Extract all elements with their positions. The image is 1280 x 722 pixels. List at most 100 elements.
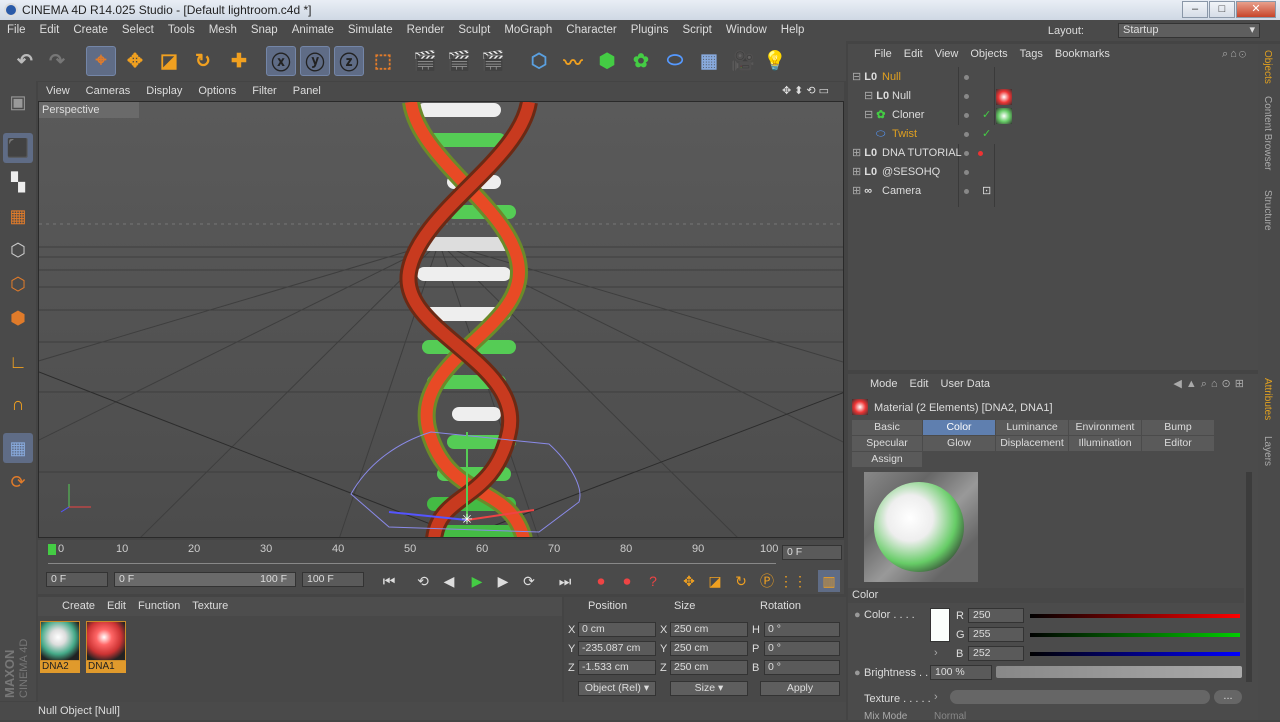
menu-sculpt[interactable]: Sculpt — [451, 20, 497, 41]
expand-icon[interactable]: ⊞ L0 — [852, 144, 877, 163]
rotate-icon[interactable]: ↻ — [188, 46, 218, 76]
obj-menu-tags[interactable]: Tags — [1014, 44, 1049, 65]
object-row[interactable]: ⊟ L0 Null — [848, 87, 1258, 106]
b-slider[interactable] — [1030, 652, 1240, 656]
pos-z-field[interactable]: -1.533 cm — [578, 660, 656, 675]
polygons-mode-icon[interactable]: ⬢ — [3, 303, 33, 333]
viewport-menu-view[interactable]: View — [38, 82, 78, 101]
mix-mode-value[interactable]: Normal — [934, 711, 966, 722]
move-icon[interactable]: ✥ — [120, 46, 150, 76]
frame-range-slider[interactable]: 0 F 100 F — [114, 572, 296, 587]
menu-character[interactable]: Character — [559, 20, 624, 41]
step-back-icon[interactable]: ◀ — [438, 570, 460, 592]
z-axis-icon[interactable]: ⓩ — [334, 46, 364, 76]
tab-layers[interactable]: Layers — [1262, 436, 1273, 466]
cube-icon[interactable]: ⬡ — [524, 46, 554, 76]
color-anim-dot[interactable]: ● — [854, 609, 861, 621]
key-pla-icon[interactable]: ⋮⋮ — [779, 570, 807, 592]
object-row[interactable]: ⊞ L0 @SESOHQ — [848, 163, 1258, 182]
object-row[interactable]: ⊞ L0 DNA TUTORIAL — [848, 144, 1258, 163]
rot-b-field[interactable]: 0 ° — [764, 660, 840, 675]
menu-tools[interactable]: Tools — [161, 20, 202, 41]
visibility-dot[interactable] — [964, 75, 969, 80]
model-mode-icon[interactable]: ⬛ — [3, 133, 33, 163]
menu-create[interactable]: Create — [66, 20, 115, 41]
render-settings-icon[interactable]: 🎬 — [478, 46, 508, 76]
mograph-icon[interactable]: ✿ — [626, 46, 656, 76]
menu-simulate[interactable]: Simulate — [341, 20, 400, 41]
brightness-slider[interactable] — [996, 666, 1242, 678]
color-picker-icon[interactable]: › — [934, 647, 938, 659]
keyframe-selection-icon[interactable]: ? — [642, 570, 664, 592]
material-dna1[interactable]: DNA1 — [86, 621, 126, 673]
key-scale-icon[interactable]: ◪ — [704, 570, 726, 592]
tab-illumination[interactable]: Illumination — [1069, 436, 1141, 451]
scale-icon[interactable]: ◪ — [154, 46, 184, 76]
tab-luminance[interactable]: Luminance — [996, 420, 1068, 435]
make-editable-icon[interactable]: ▣ — [3, 87, 33, 117]
menu-edit[interactable]: Edit — [33, 20, 67, 41]
menu-plugins[interactable]: Plugins — [624, 20, 676, 41]
tab-basic[interactable]: Basic — [852, 420, 922, 435]
visibility-dot[interactable] — [964, 113, 969, 118]
obj-menu-objects[interactable]: Objects — [964, 44, 1013, 65]
enabled-check-icon[interactable]: ✓ — [982, 125, 991, 144]
texture-browse-button[interactable]: ... — [1214, 690, 1242, 704]
menu-animate[interactable]: Animate — [285, 20, 341, 41]
tab-assign[interactable]: Assign — [852, 452, 922, 467]
tab-color[interactable]: Color — [923, 420, 995, 435]
viewport-menu-options[interactable]: Options — [190, 82, 244, 101]
key-position-icon[interactable]: ✥ — [678, 570, 700, 592]
menu-script[interactable]: Script — [675, 20, 718, 41]
maximize-button[interactable]: □ — [1209, 1, 1235, 18]
rot-p-field[interactable]: 0 ° — [764, 641, 840, 656]
object-row[interactable]: ⊞ ∞ Camera ⊡ — [848, 182, 1258, 201]
visibility-dot[interactable] — [964, 151, 969, 156]
edges-mode-icon[interactable]: ⬡ — [3, 269, 33, 299]
material-dna2[interactable]: DNA2 — [40, 621, 80, 673]
deformer-icon[interactable]: ⬭ — [660, 46, 690, 76]
next-key-icon[interactable]: ⟳ — [518, 570, 540, 592]
visibility-dot[interactable] — [964, 170, 969, 175]
viewport-menu-display[interactable]: Display — [138, 82, 190, 101]
material-menu-texture[interactable]: Texture — [186, 597, 234, 616]
object-row[interactable]: ⊟ ✿ Cloner ✓ — [848, 106, 1258, 125]
tab-bump[interactable]: Bump — [1142, 420, 1214, 435]
perspective-viewport[interactable]: ✳ Perspective — [38, 101, 844, 538]
viewport-menu-filter[interactable]: Filter — [244, 82, 284, 101]
tab-structure[interactable]: Structure — [1262, 190, 1273, 231]
playhead[interactable] — [48, 544, 56, 555]
key-rotation-icon[interactable]: ↻ — [730, 570, 752, 592]
obj-menu-file[interactable]: File — [848, 44, 898, 65]
attr-menu-edit[interactable]: Edit — [904, 374, 935, 395]
y-axis-icon[interactable]: ⓨ — [300, 46, 330, 76]
size-y-field[interactable]: 250 cm — [670, 641, 748, 656]
attr-menu-mode[interactable]: Mode — [848, 374, 904, 395]
texture-field[interactable] — [950, 690, 1210, 704]
object-row[interactable]: ⊟ L0 Null — [848, 68, 1258, 87]
r-field[interactable]: 250 — [968, 608, 1024, 623]
camera-icon[interactable]: 🎥 — [728, 46, 758, 76]
obj-menu-view[interactable]: View — [929, 44, 965, 65]
minimize-button[interactable]: – — [1182, 1, 1208, 18]
render-dot[interactable] — [978, 151, 983, 156]
subdivision-icon[interactable]: ⬢ — [592, 46, 622, 76]
attr-scrollbar[interactable] — [1246, 472, 1252, 682]
layout-dropdown[interactable]: Startup ▾ — [1118, 23, 1260, 38]
render-view-icon[interactable]: 🎬 — [410, 46, 440, 76]
tab-editor[interactable]: Editor — [1142, 436, 1214, 451]
end-frame-field[interactable]: 100 F — [302, 572, 364, 587]
r-slider[interactable] — [1030, 614, 1240, 618]
record-icon[interactable]: ⏺ — [590, 570, 612, 592]
start-frame-field[interactable]: 0 F — [46, 572, 108, 587]
menu-help[interactable]: Help — [774, 20, 812, 41]
tab-specular[interactable]: Specular — [852, 436, 922, 451]
brightness-anim-dot[interactable]: ● — [854, 667, 861, 679]
tab-content-browser[interactable]: Content Browser — [1262, 96, 1273, 170]
timeline-ruler[interactable]: 0 10 20 30 40 50 60 70 80 90 100 0 F — [38, 540, 844, 566]
go-to-start-icon[interactable]: ⏮ — [378, 570, 400, 592]
pos-y-field[interactable]: -235.087 cm — [578, 641, 656, 656]
search-icon[interactable]: ⌕⌂⊙ — [1216, 44, 1254, 65]
visibility-dot[interactable] — [964, 94, 969, 99]
play-icon[interactable]: ▶ — [466, 570, 488, 592]
